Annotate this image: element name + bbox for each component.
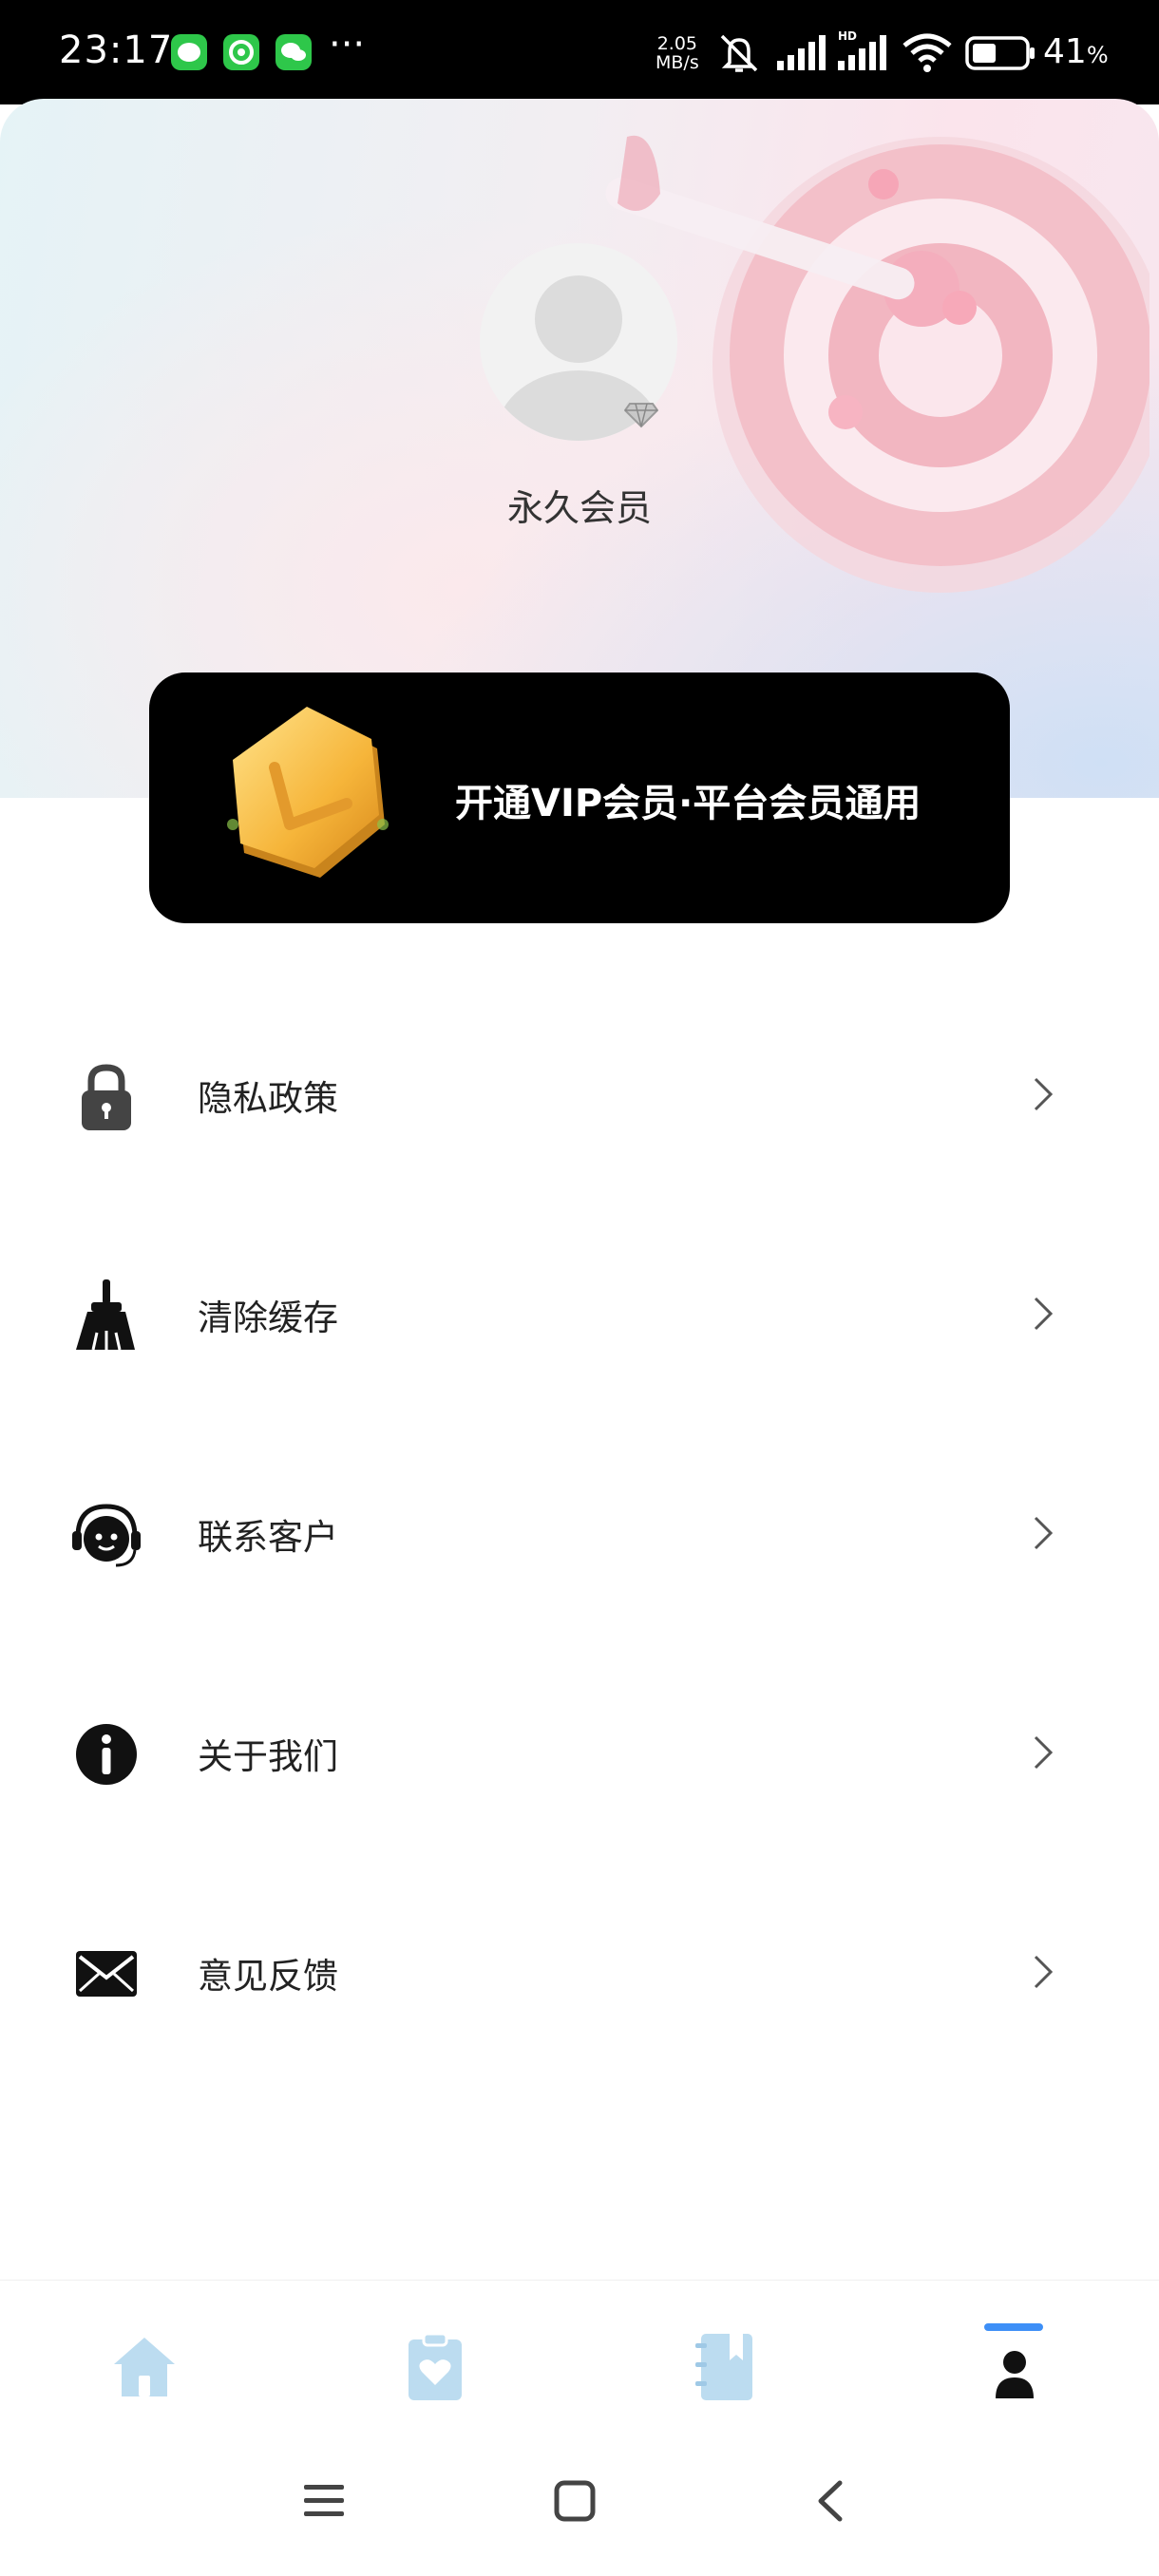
network-speed-value: 2.05 — [656, 33, 698, 54]
wifi-icon — [902, 33, 952, 72]
target-decoration-image — [605, 135, 1150, 593]
home-icon[interactable] — [106, 2328, 182, 2404]
mute-bell-icon — [720, 34, 758, 72]
back-icon[interactable] — [811, 2479, 849, 2523]
menu-item-privacy-policy[interactable]: 隐私政策 — [0, 1020, 1159, 1163]
broom-icon — [76, 1279, 135, 1351]
clipboard-heart-icon[interactable] — [397, 2328, 473, 2404]
network-speed-unit: MB/s — [656, 52, 699, 73]
message-app-icon — [171, 34, 207, 70]
menu-item-label: 意见反馈 — [198, 1956, 338, 1997]
battery-percent: 41% — [1043, 32, 1109, 71]
home-button-icon[interactable] — [553, 2479, 597, 2523]
menu-item-label: 清除缓存 — [198, 1297, 338, 1338]
cellular-signal-1-icon — [777, 35, 826, 70]
system-navigation-bar — [0, 2432, 1159, 2576]
active-tab-indicator — [984, 2323, 1043, 2331]
cellular-signal-2-icon: HD — [838, 29, 886, 70]
wechat-icon — [276, 34, 312, 70]
menu-item-clear-cache[interactable]: 清除缓存 — [0, 1240, 1159, 1382]
svg-text:HD: HD — [838, 29, 857, 43]
battery-icon — [965, 36, 1035, 70]
gold-coin-icon — [227, 707, 389, 878]
lock-icon — [82, 1064, 131, 1130]
more-notifications-indicator: ··· — [329, 23, 366, 66]
status-bar: 23:17 ··· 2.05 MB/s HD 41% — [0, 0, 1159, 104]
menu-item-label: 联系客户 — [198, 1517, 338, 1558]
browser-app-icon — [223, 34, 259, 70]
menu-item-about-us[interactable]: 关于我们 — [0, 1678, 1159, 1821]
mail-icon — [76, 1951, 137, 1997]
status-time: 23:17 — [59, 28, 174, 72]
vip-upgrade-banner[interactable]: 开通VIP会员·平台会员通用 — [149, 672, 1010, 923]
chevron-right-icon — [1034, 1955, 1054, 1989]
menu-item-label: 隐私政策 — [198, 1078, 338, 1119]
notebook-icon[interactable] — [688, 2328, 764, 2404]
chevron-right-icon — [1034, 1735, 1054, 1770]
info-icon — [76, 1724, 137, 1785]
menu-item-contact-customer[interactable]: 联系客户 — [0, 1459, 1159, 1601]
diamond-icon — [624, 403, 658, 428]
profile-icon[interactable] — [977, 2338, 1053, 2414]
menu-item-label: 关于我们 — [198, 1736, 338, 1777]
bottom-navigation — [0, 2280, 1159, 2433]
headset-icon — [72, 1504, 141, 1567]
chevron-right-icon — [1034, 1516, 1054, 1550]
menu-icon[interactable] — [302, 2479, 346, 2523]
network-speed: 2.05 MB/s — [656, 34, 699, 72]
username: 永久会员 — [506, 487, 652, 529]
vip-banner-text: 开通VIP会员·平台会员通用 — [455, 782, 922, 825]
chevron-right-icon — [1034, 1297, 1054, 1331]
chevron-right-icon — [1034, 1077, 1054, 1111]
menu-item-feedback[interactable]: 意见反馈 — [0, 1898, 1159, 2040]
